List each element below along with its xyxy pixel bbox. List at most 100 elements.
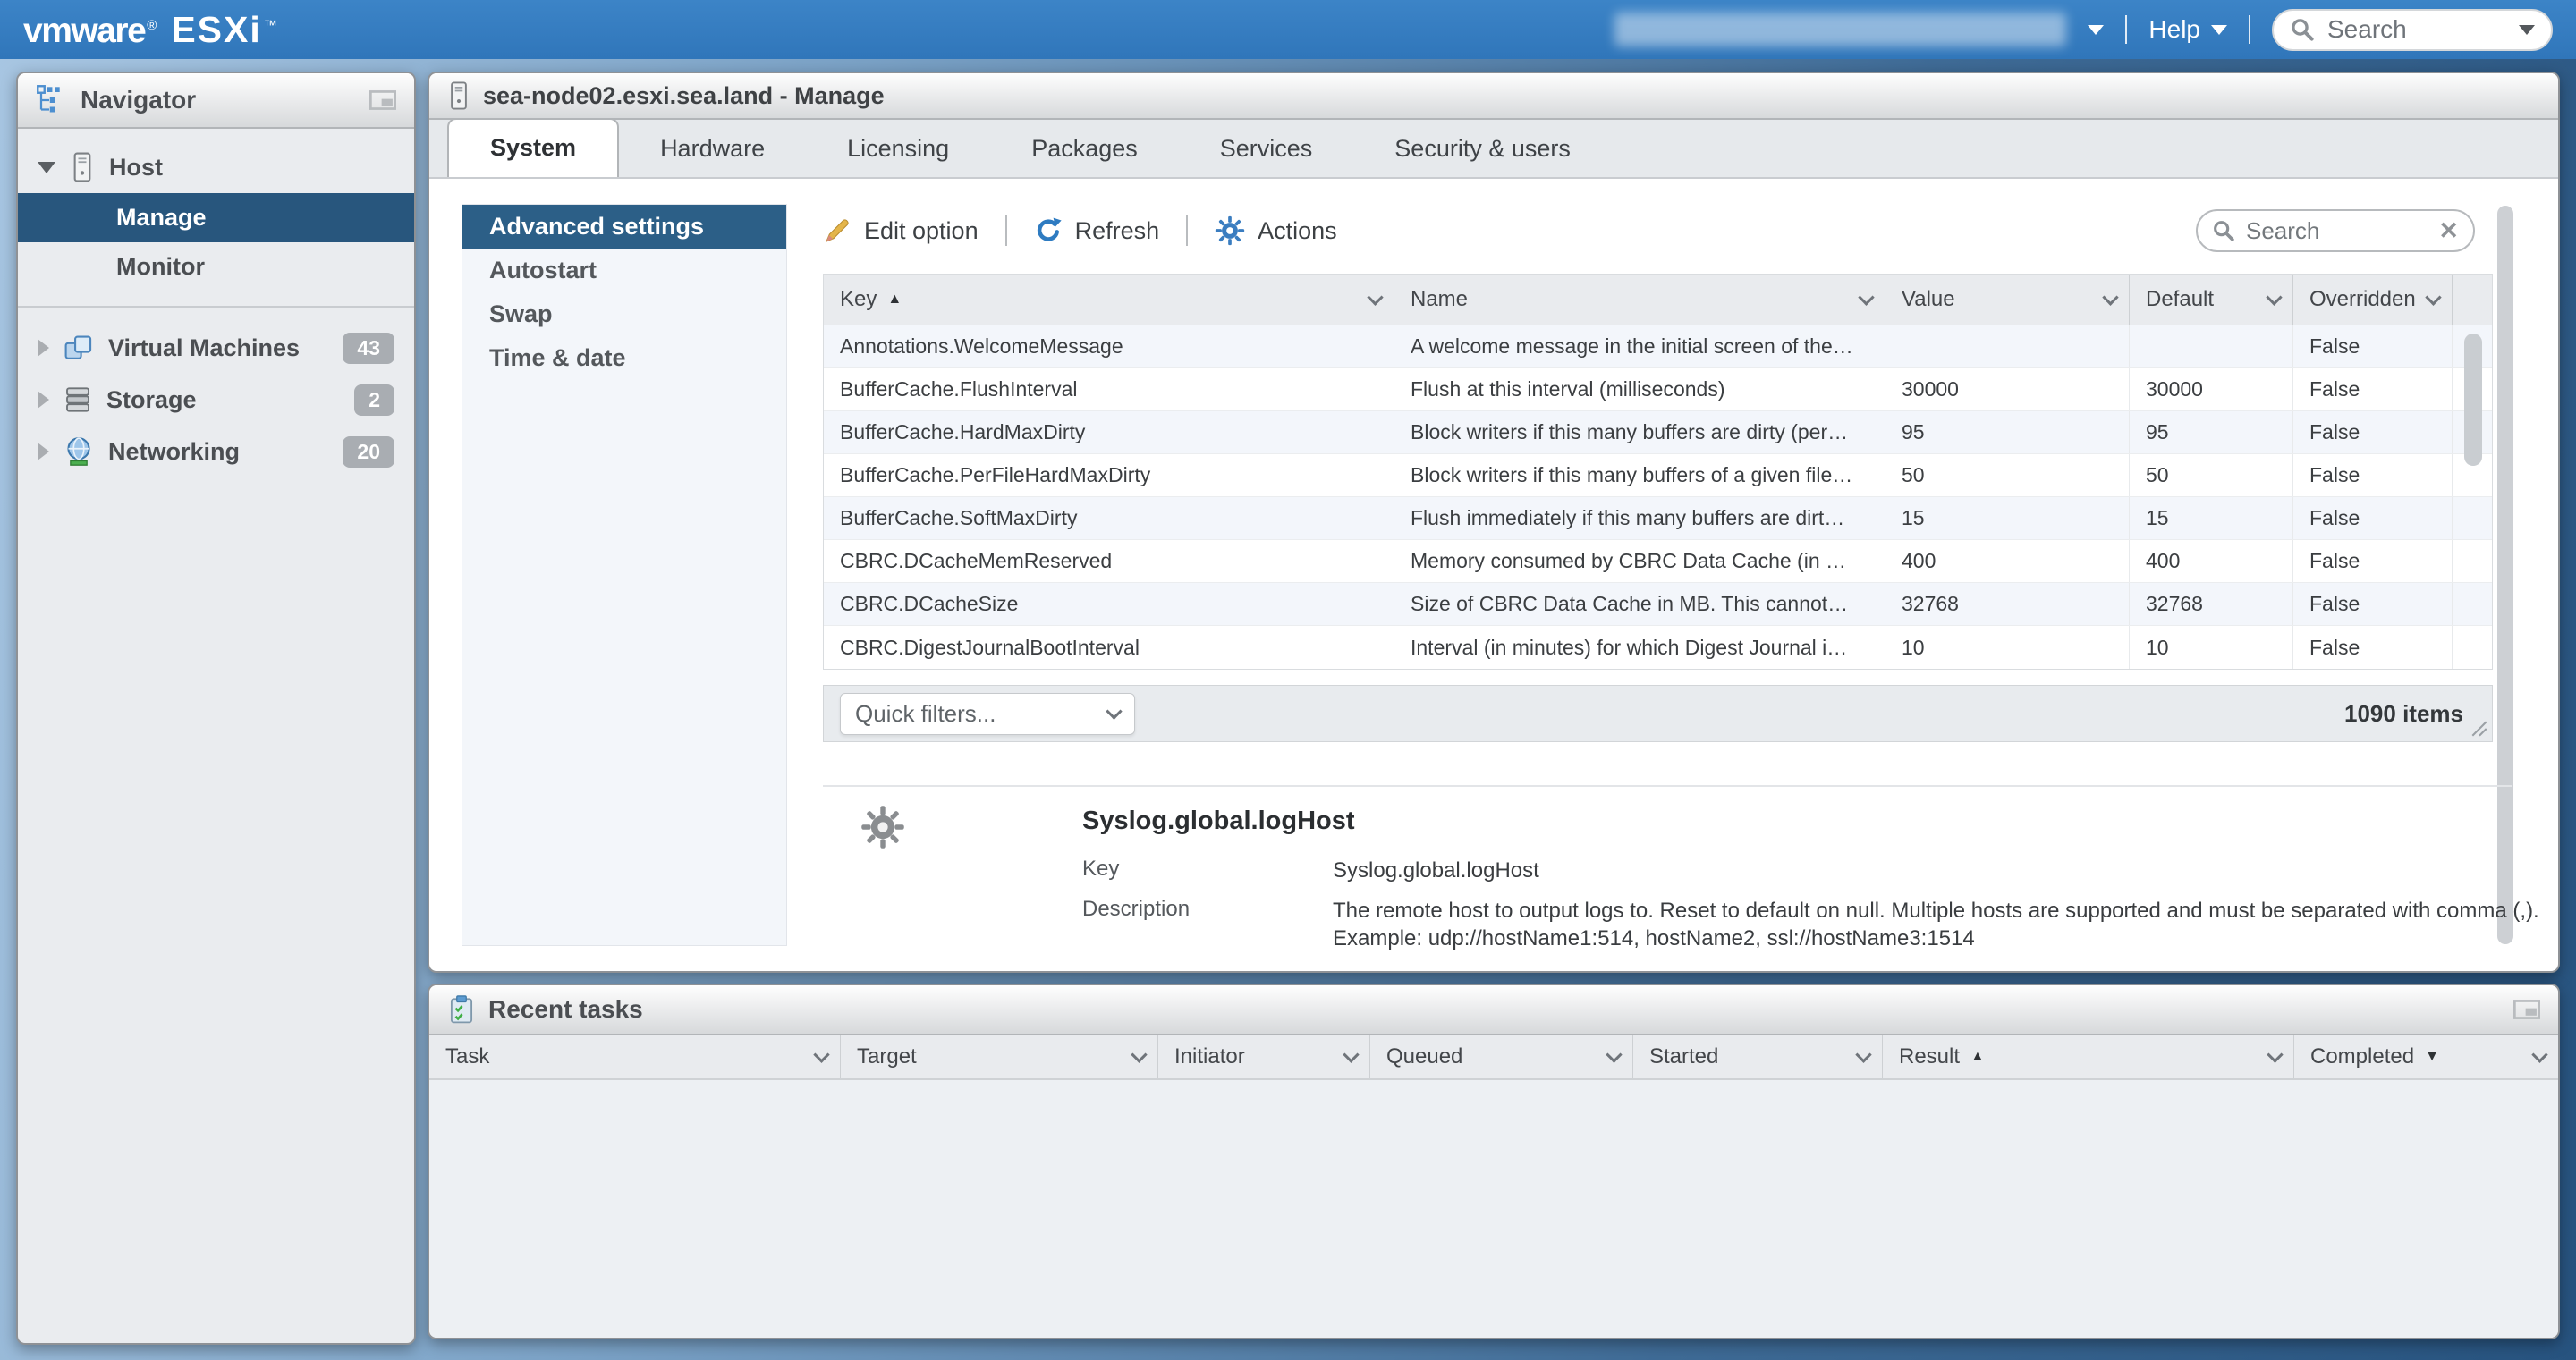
chevron-down-icon[interactable] [1343, 1046, 1359, 1062]
cell-key: BufferCache.SoftMaxDirty [824, 497, 1394, 539]
nav-item-host[interactable]: Host [18, 141, 414, 193]
user-menu-redacted[interactable] [1614, 13, 2066, 46]
chevron-down-icon[interactable] [813, 1046, 829, 1062]
chevron-right-icon[interactable] [38, 443, 49, 460]
chevron-right-icon[interactable] [38, 339, 49, 357]
cell-value: 15 [1885, 497, 2129, 539]
column-label: Key [840, 287, 877, 312]
column-header-value[interactable]: Value [1885, 275, 2129, 325]
items-count: 1090 items [2344, 700, 2463, 728]
tasks-column-header-started[interactable]: Started [1632, 1035, 1882, 1078]
table-row[interactable]: BufferCache.PerFileHardMaxDirtyBlock wri… [824, 454, 2492, 497]
tab-security-users[interactable]: Security & users [1353, 122, 1612, 177]
cell-overridden: False [2292, 325, 2452, 367]
clipboard-icon [447, 994, 476, 1025]
column-label: Default [2146, 287, 2214, 312]
resize-handle-icon[interactable] [2471, 721, 2487, 737]
edit-option-button[interactable]: Edit option [823, 216, 979, 245]
chevron-down-icon[interactable] [2266, 289, 2282, 305]
popout-icon[interactable] [369, 90, 396, 110]
navigator-tree: Host ManageMonitor Virtual Machines43Sto… [18, 129, 414, 477]
column-header-key[interactable]: Key▲ [824, 275, 1394, 325]
table-row[interactable]: BufferCache.HardMaxDirtyBlock writers if… [824, 411, 2492, 454]
quick-filters-dropdown[interactable]: Quick filters... [840, 693, 1135, 735]
cell-default: 15 [2129, 497, 2292, 539]
table-row[interactable]: BufferCache.FlushIntervalFlush at this i… [824, 368, 2492, 411]
refresh-button[interactable]: Refresh [1034, 216, 1160, 245]
tree-icon [36, 84, 68, 116]
scrollbar-thumb[interactable] [2464, 334, 2482, 466]
host-children: ManageMonitor [18, 193, 414, 291]
chevron-down-icon[interactable] [2102, 289, 2118, 305]
table-row[interactable]: CBRC.DCacheSizeSize of CBRC Data Cache i… [824, 583, 2492, 626]
tasks-column-header-target[interactable]: Target [840, 1035, 1157, 1078]
tasks-column-header-completed[interactable]: Completed▼ [2293, 1035, 2558, 1078]
detail-fields: KeySyslog.global.logHostDescriptionThe r… [1082, 857, 2539, 952]
tab-services[interactable]: Services [1179, 122, 1354, 177]
cell-name: A welcome message in the initial screen … [1394, 325, 1885, 367]
table-row[interactable]: BufferCache.SoftMaxDirtyFlush immediatel… [824, 497, 2492, 540]
cell-key: Annotations.WelcomeMessage [824, 325, 1394, 367]
chevron-down-icon[interactable] [1367, 289, 1383, 305]
subnav-item-advanced-settings[interactable]: Advanced settings [462, 205, 786, 249]
table-row[interactable]: CBRC.DigestJournalBootIntervalInterval (… [824, 626, 2492, 669]
cell-default: 50 [2129, 454, 2292, 496]
tab-system[interactable]: System [447, 118, 619, 177]
scrollbar-thumb[interactable] [2497, 206, 2513, 944]
tasks-column-header-queued[interactable]: Queued [1369, 1035, 1632, 1078]
tab-licensing[interactable]: Licensing [806, 122, 990, 177]
grid-search-input[interactable]: Search ✕ [2196, 209, 2475, 252]
column-header-name[interactable]: Name [1394, 275, 1885, 325]
tab-bar: SystemHardwareLicensingPackagesServicesS… [429, 120, 2558, 179]
nav-item-virtual-machines[interactable]: Virtual Machines43 [18, 322, 414, 374]
global-search-input[interactable]: Search [2272, 9, 2553, 51]
chevron-down-icon[interactable] [2531, 1046, 2547, 1062]
column-label: Completed [2310, 1044, 2414, 1069]
help-menu[interactable]: Help [2148, 15, 2227, 44]
tab-packages[interactable]: Packages [990, 122, 1179, 177]
brand-vmware: vmware [23, 12, 145, 51]
network-icon [64, 436, 94, 467]
storage-icon [64, 385, 92, 414]
chevron-down-icon[interactable] [2267, 1046, 2283, 1062]
brand-trademark: ™ [264, 18, 277, 33]
caret-down-icon[interactable] [2088, 25, 2104, 35]
actions-button[interactable]: Actions [1215, 215, 1337, 246]
column-header-overridden[interactable]: Overridden [2292, 275, 2452, 325]
cell-name: Interval (in minutes) for which Digest J… [1394, 626, 1885, 669]
subnav-item-swap[interactable]: Swap [462, 292, 786, 336]
chevron-down-icon [1106, 703, 1122, 719]
cell-overridden: False [2292, 626, 2452, 669]
column-header-default[interactable]: Default [2129, 275, 2292, 325]
grid-toolbar: Edit option Refresh Actions [823, 206, 1337, 256]
nav-item-monitor[interactable]: Monitor [18, 242, 414, 291]
tasks-column-header-initiator[interactable]: Initiator [1157, 1035, 1369, 1078]
chevron-down-icon[interactable] [1131, 1046, 1147, 1062]
chevron-down-icon[interactable] [2425, 289, 2441, 305]
caret-down-icon[interactable] [38, 162, 55, 173]
table-row[interactable]: CBRC.DCacheMemReservedMemory consumed by… [824, 540, 2492, 583]
actions-label: Actions [1258, 217, 1337, 245]
cell-key: CBRC.DCacheMemReserved [824, 540, 1394, 582]
tasks-column-header-result[interactable]: Result▲ [1882, 1035, 2293, 1078]
subnav-item-time-date[interactable]: Time & date [462, 336, 786, 380]
nav-item-manage[interactable]: Manage [18, 193, 414, 242]
clear-icon[interactable]: ✕ [2438, 217, 2459, 245]
nav-item-networking[interactable]: Networking20 [18, 426, 414, 477]
navigator-header: Navigator [18, 73, 414, 129]
chevron-down-icon[interactable] [1606, 1046, 1622, 1062]
subnav-item-autostart[interactable]: Autostart [462, 249, 786, 292]
chevron-down-icon[interactable] [1858, 289, 1874, 305]
tab-hardware[interactable]: Hardware [619, 122, 806, 177]
cell-name: Flush immediately if this many buffers a… [1394, 497, 1885, 539]
search-placeholder: Search [2327, 15, 2506, 44]
nav-item-storage[interactable]: Storage2 [18, 374, 414, 426]
popout-icon[interactable] [2513, 1000, 2540, 1019]
caret-down-icon[interactable] [2519, 25, 2535, 35]
chevron-down-icon[interactable] [1855, 1046, 1871, 1062]
chevron-right-icon[interactable] [38, 391, 49, 409]
cell-default: 32768 [2129, 583, 2292, 625]
tasks-column-header-task[interactable]: Task [429, 1035, 840, 1078]
cell-name: Memory consumed by CBRC Data Cache (in … [1394, 540, 1885, 582]
table-row[interactable]: Annotations.WelcomeMessageA welcome mess… [824, 325, 2492, 368]
